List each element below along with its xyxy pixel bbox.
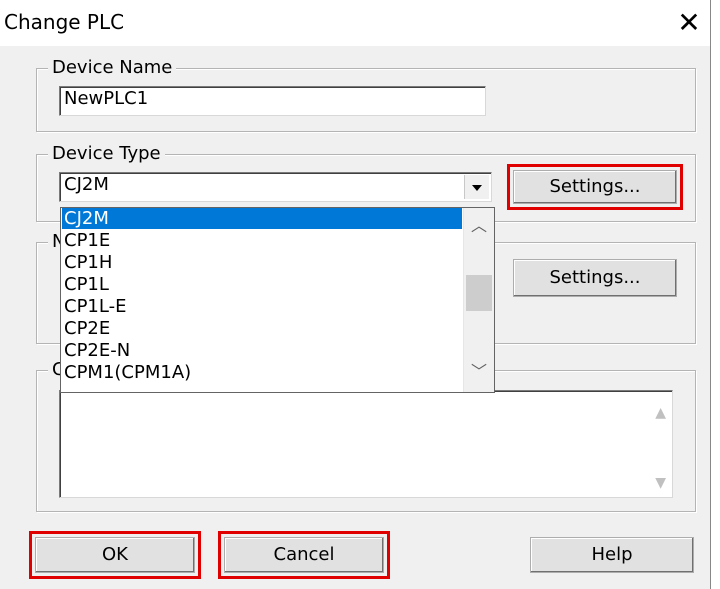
dropdown-option[interactable]: CPM1(CPM1A) [62,362,462,383]
title-bar: Change PLC ✕ [0,0,710,46]
network-settings-button[interactable]: Settings... [513,259,677,297]
device-type-selected: CJ2M [64,174,109,195]
dropdown-option[interactable]: CP1H [62,252,462,273]
close-icon[interactable]: ✕ [672,6,706,40]
help-button[interactable]: Help [530,537,694,573]
comment-textarea[interactable]: ▲ ▼ [59,390,673,498]
dialog-title: Change PLC [4,10,125,34]
dropdown-option[interactable]: CP1L [62,274,462,295]
change-plc-dialog: Change PLC ✕ Device Name NewPLC1 Device … [0,0,711,589]
dropdown-option[interactable]: CP2E [62,318,462,339]
dropdown-option[interactable]: CJ2M [62,208,462,229]
dropdown-scrollbar[interactable]: ︿ ﹀ [463,208,494,392]
dropdown-option[interactable]: CP2E-N [62,340,462,361]
scroll-up-icon[interactable]: ▲ [655,401,666,425]
scroll-down-icon[interactable]: ﹀ [464,360,494,384]
scroll-down-icon[interactable]: ▼ [655,471,666,495]
device-type-combobox[interactable]: CJ2M [59,172,492,202]
dropdown-option[interactable]: CP1L-E [62,296,462,317]
device-name-legend: Device Name [48,58,177,78]
dropdown-option[interactable]: CP1E [62,230,462,251]
scrollbar-thumb[interactable] [466,275,492,311]
scroll-up-icon[interactable]: ︿ [464,214,494,238]
device-type-legend: Device Type [48,144,165,164]
dropdown-arrow-icon[interactable] [464,175,489,199]
device-type-dropdown-list[interactable]: CJ2M CP1E CP1H CP1L CP1L-E CP2E CP2E-N C… [60,207,495,393]
device-name-input[interactable]: NewPLC1 [59,86,486,116]
cancel-highlight [218,531,390,579]
ok-highlight [29,531,201,579]
settings-highlight [507,164,683,210]
